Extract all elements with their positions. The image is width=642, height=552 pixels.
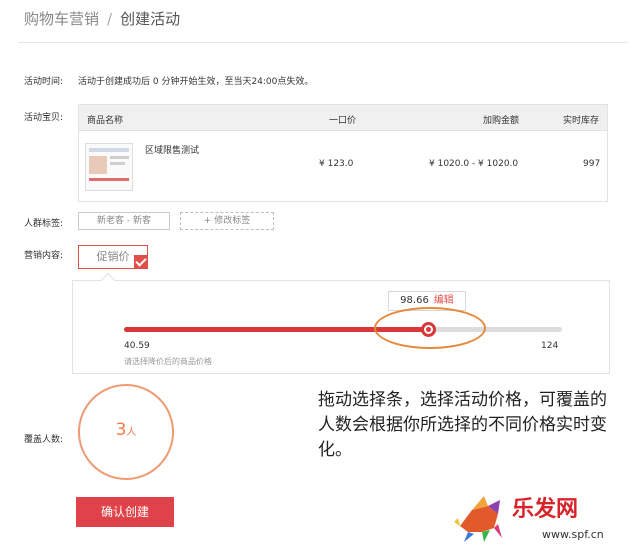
product-cart-amount: ¥ 1020.0 - ¥ 1020.0 [429, 159, 519, 169]
product-table: 商品名称 一口价 加购金额 实时库存 区域限售测试 ¥ 123.0 ¥ 1020… [78, 104, 608, 202]
breadcrumb-separator: / [107, 10, 113, 28]
slider-min-label: 40.59 [124, 341, 150, 351]
check-icon [134, 255, 148, 269]
audience-tag: 新老客 - 新客 [78, 212, 170, 230]
promo-price-option[interactable]: 促销价 [78, 245, 148, 269]
col-header-cart-amount: 加购金额 [483, 116, 520, 126]
header-divider [18, 42, 628, 43]
watermark-url: www.spf.cn [542, 528, 604, 541]
time-value: 活动于创建成功后 0 分钟开始生效，至当天24:00点失效。 [78, 77, 314, 87]
panel-pointer [100, 272, 116, 288]
product-thumbnail[interactable] [85, 143, 133, 191]
confirm-create-button[interactable]: 确认创建 [76, 497, 174, 527]
col-header-stock: 实时库存 [563, 116, 600, 126]
coverage-count: 3人 [78, 420, 174, 440]
coverage-label: 覆盖人数: [24, 435, 64, 445]
col-header-name: 商品名称 [87, 116, 124, 126]
product-price: ¥ 123.0 [319, 159, 354, 169]
highlight-oval [374, 307, 486, 349]
product-label: 活动宝贝: [24, 113, 64, 123]
col-header-price: 一口价 [329, 116, 357, 126]
time-label: 活动时间: [24, 77, 64, 87]
coverage-unit: 人 [126, 427, 137, 438]
promo-price-label: 促销价 [96, 250, 130, 263]
coverage-number: 3 [115, 420, 127, 440]
slider-hint: 请选择降价后的商品价格 [124, 357, 212, 366]
audience-label: 人群标签: [24, 219, 64, 229]
product-stock: 997 [583, 159, 601, 169]
edit-tag-button[interactable]: + 修改标签 [180, 212, 274, 230]
edit-price-link[interactable]: 编辑 [434, 295, 454, 306]
annotation-text: 拖动选择条，选择活动价格，可覆盖的人数会根据你所选择的不同价格实时变化。 [318, 390, 607, 460]
content-label: 营销内容: [24, 251, 64, 261]
product-name[interactable]: 区域限售测试 [145, 143, 199, 156]
watermark-logo: 乐发网 www.spf.cn [454, 496, 604, 542]
page-title: 创建活动 [120, 10, 181, 28]
slider-max-label: 124 [541, 341, 559, 351]
table-header: 商品名称 一口价 加购金额 实时库存 [79, 105, 607, 131]
watermark-site-text: 乐发网 [512, 496, 578, 522]
breadcrumb-parent[interactable]: 购物车营销 [24, 10, 99, 28]
slider-value: 98.66 [400, 295, 429, 306]
breadcrumb: 购物车营销 / 创建活动 [24, 8, 180, 29]
